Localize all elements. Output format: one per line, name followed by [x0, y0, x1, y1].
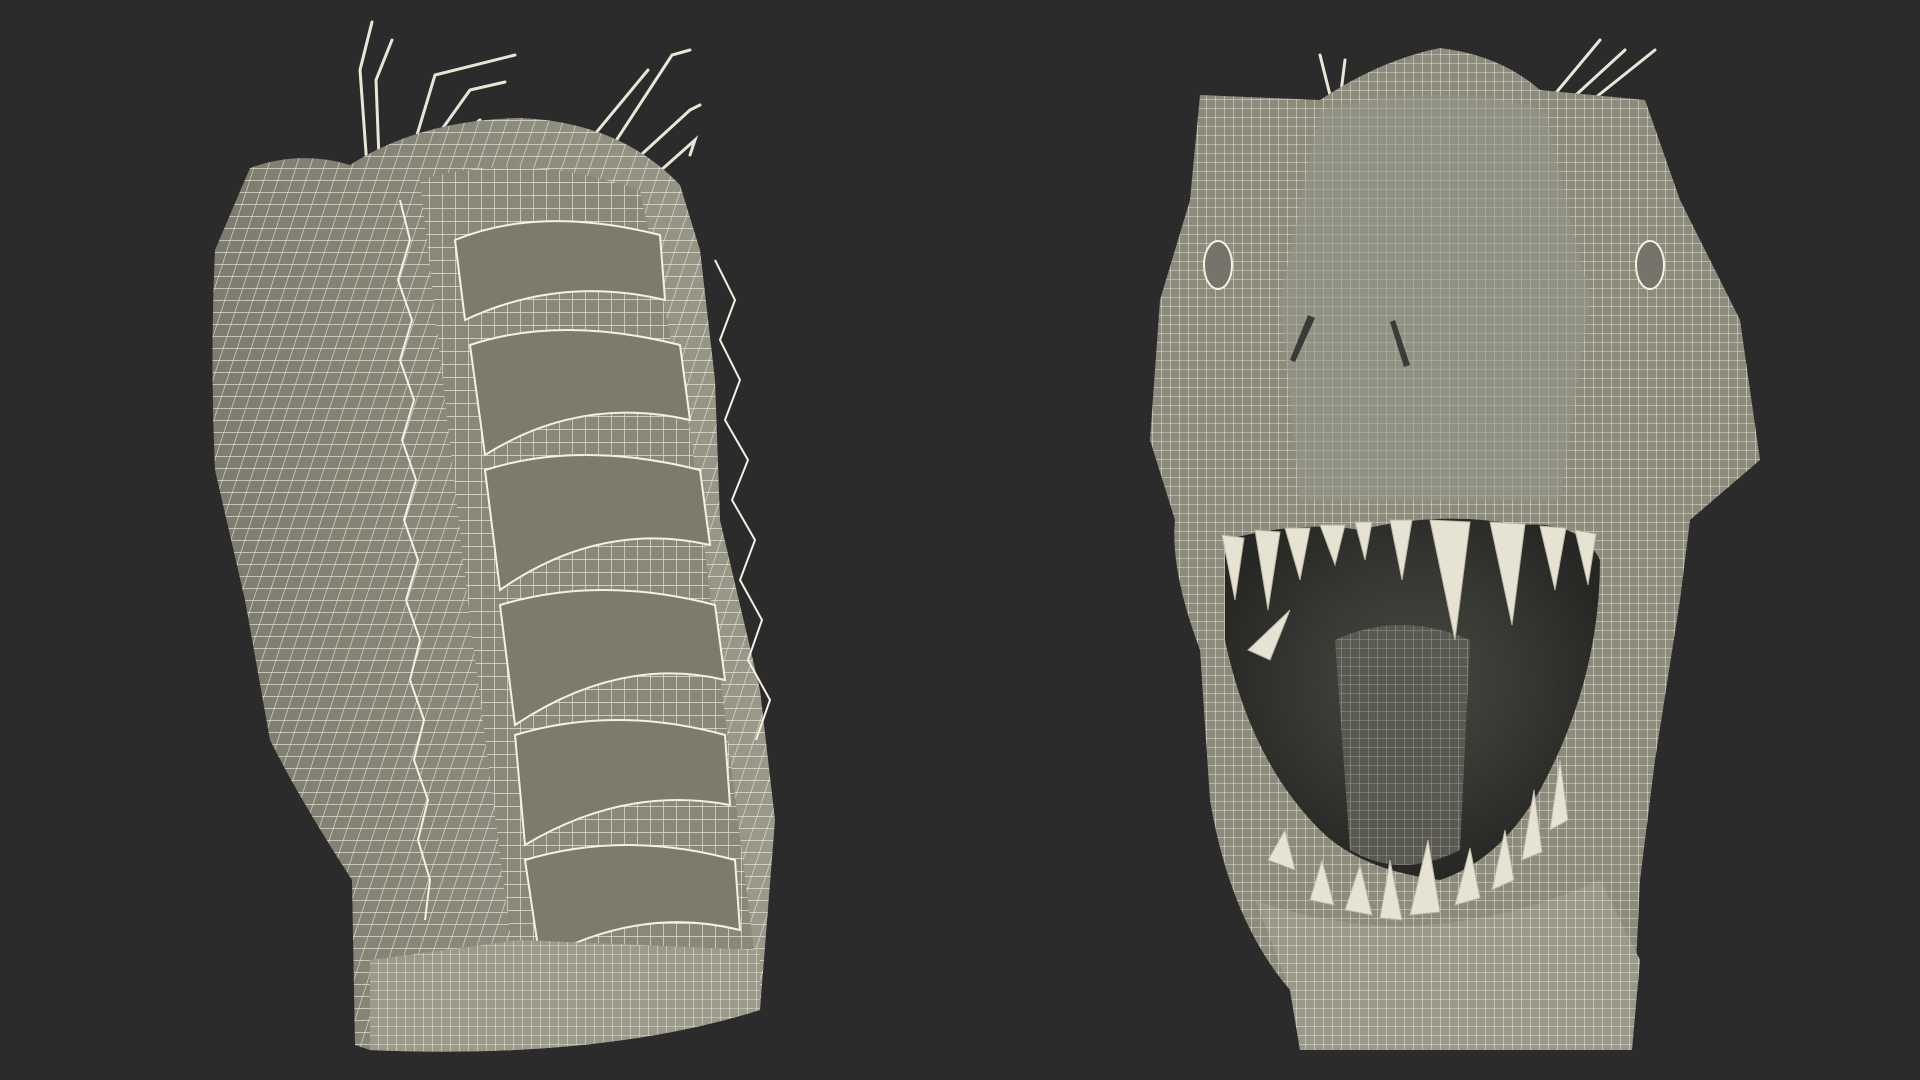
scene-svg	[0, 0, 1920, 1080]
eye-right	[1635, 240, 1665, 290]
render-viewport	[0, 0, 1920, 1080]
snout	[1280, 95, 1590, 500]
eye-left	[1203, 240, 1233, 290]
